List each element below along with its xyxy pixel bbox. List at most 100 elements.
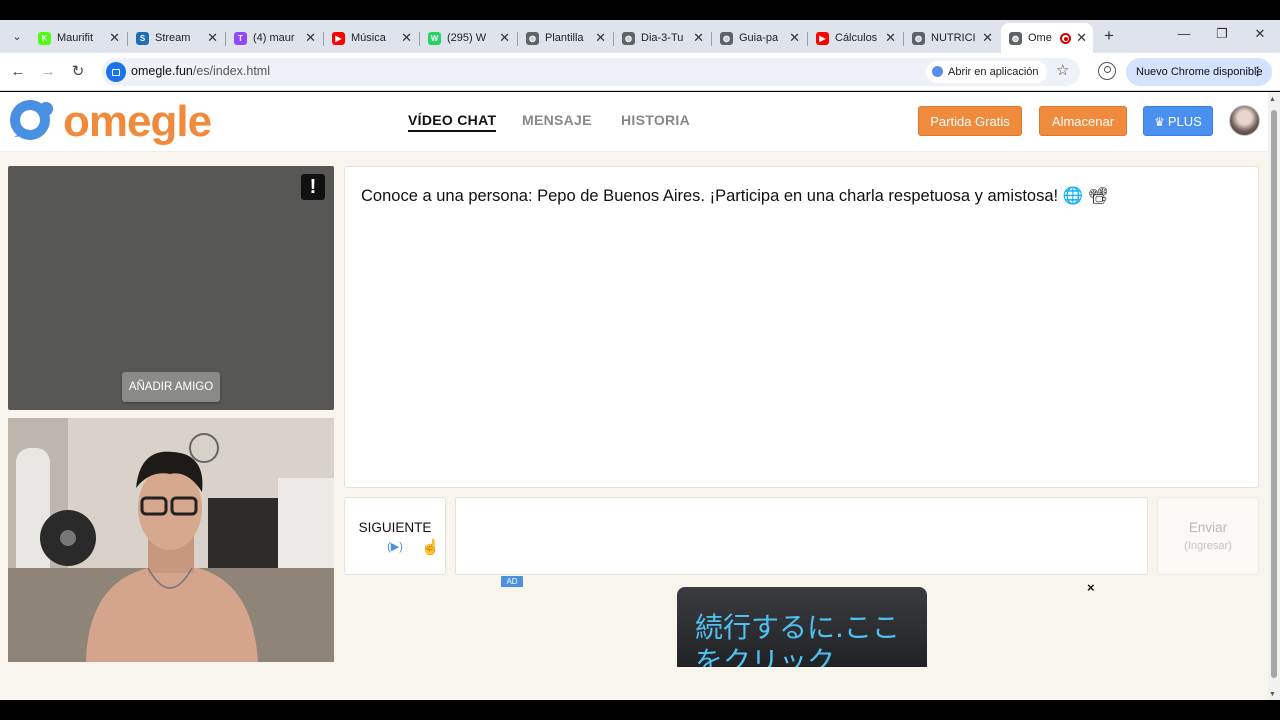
send-button[interactable]: Enviar (Ingresar) bbox=[1157, 497, 1259, 575]
forward-arrow-icon[interactable]: → bbox=[38, 62, 58, 82]
nav-message[interactable]: MENSAJE bbox=[522, 112, 592, 128]
nav-video-chat[interactable]: VÍDEO CHAT bbox=[408, 112, 497, 132]
tab-close-icon[interactable]: ✕ bbox=[207, 23, 218, 53]
site-info-icon[interactable] bbox=[106, 62, 126, 82]
app-icon bbox=[932, 66, 943, 77]
reload-icon[interactable]: ↻ bbox=[68, 62, 88, 82]
url-path: /es/index.html bbox=[192, 64, 270, 78]
globe-icon: ◍ bbox=[912, 32, 925, 45]
whatsapp-icon: W bbox=[428, 32, 441, 45]
bookmark-star-icon[interactable]: ☆ bbox=[1056, 61, 1069, 79]
browser-tab[interactable]: ◍ Dia-3-Tu ✕ bbox=[614, 23, 710, 53]
browser-tab[interactable]: ◍ NUTRICI ✕ bbox=[904, 23, 999, 53]
page-scrollbar[interactable]: ▲ ▼ bbox=[1268, 92, 1280, 700]
address-bar[interactable]: omegle.fun/es/index.html Abrir en aplica… bbox=[102, 58, 1080, 86]
youtube-icon: ▶ bbox=[332, 32, 345, 45]
free-game-button[interactable]: Partida Gratis bbox=[918, 106, 1022, 136]
back-arrow-icon[interactable]: ← bbox=[8, 62, 28, 82]
youtube-icon: ▶ bbox=[816, 32, 829, 45]
message-input[interactable] bbox=[455, 497, 1148, 575]
browser-tab[interactable]: W (295) W ✕ bbox=[420, 23, 516, 53]
tab-close-icon[interactable]: ✕ bbox=[305, 23, 316, 53]
add-friend-button[interactable]: AÑADIR AMIGO bbox=[122, 372, 220, 402]
hand-cursor-icon: ☝ bbox=[421, 539, 440, 556]
logo-text: omegle bbox=[63, 97, 212, 146]
tab-label: Guia-pa bbox=[739, 32, 779, 44]
nav-history[interactable]: HISTORIA bbox=[621, 112, 690, 128]
scroll-down-icon[interactable]: ▼ bbox=[1269, 691, 1276, 698]
chrome-update-label: Nuevo Chrome disponible bbox=[1136, 66, 1263, 78]
omegle-logo[interactable]: omegle bbox=[8, 97, 212, 147]
tab-label: Dia-3-Tu bbox=[641, 32, 684, 44]
browser-tab[interactable]: T (4) maur ✕ bbox=[226, 23, 322, 53]
twitch-icon: T bbox=[234, 32, 247, 45]
browser-tab[interactable]: ▶ Música ✕ bbox=[324, 23, 418, 53]
crown-icon: ♛ bbox=[1154, 115, 1165, 129]
kick-icon: K bbox=[38, 32, 51, 45]
store-button[interactable]: Almacenar bbox=[1039, 106, 1127, 136]
plus-label: PLUS bbox=[1167, 114, 1202, 129]
stream-icon: S bbox=[136, 32, 149, 45]
browser-tab[interactable]: ◍ Plantilla ✕ bbox=[518, 23, 612, 53]
next-button[interactable]: SIGUIENTE (▶) ☝ bbox=[344, 497, 446, 575]
tab-close-icon[interactable]: ✕ bbox=[982, 23, 993, 53]
ad-text: 続行するに.ここ をクリック bbox=[695, 611, 900, 667]
browser-tab-bar: ⌄ K Maurifit ✕ S Stream ✕ T (4) maur ✕ ▶ Música ✕ W (… bbox=[0, 20, 1280, 53]
tab-label: (4) maur bbox=[253, 32, 295, 44]
bottom-bar bbox=[0, 700, 1280, 720]
browser-tab[interactable]: K Maurifit ✕ bbox=[30, 23, 126, 53]
browser-tab[interactable]: ▶ Cálculos ✕ bbox=[808, 23, 902, 53]
tab-label: (295) W bbox=[447, 32, 487, 44]
ad-banner[interactable]: 続行するに.ここ をクリック bbox=[677, 587, 927, 667]
globe-icon: ◍ bbox=[622, 32, 635, 45]
scrollbar-thumb[interactable] bbox=[1271, 110, 1277, 678]
system-message: Conoce a una persona: Pepo de Buenos Air… bbox=[361, 187, 1109, 205]
browser-toolbar: ← → ↻ omegle.fun/es/index.html Abrir en … bbox=[0, 53, 1280, 91]
tab-label: Maurifit bbox=[57, 32, 94, 44]
ad-text-line2: をクリック bbox=[695, 645, 836, 667]
tab-close-icon[interactable]: ✕ bbox=[885, 23, 896, 53]
new-tab-plus-icon[interactable]: + bbox=[1100, 26, 1118, 46]
open-in-app-label: Abrir en aplicación bbox=[948, 66, 1039, 78]
tab-close-icon[interactable]: ✕ bbox=[499, 23, 510, 53]
send-label: Enviar bbox=[1188, 520, 1228, 535]
tab-close-icon[interactable]: ✕ bbox=[109, 23, 120, 53]
self-camera-feed bbox=[8, 418, 334, 662]
open-in-app-button[interactable]: Abrir en aplicación bbox=[926, 61, 1047, 83]
tab-close-icon[interactable]: ✕ bbox=[693, 23, 704, 53]
report-button[interactable]: ! bbox=[301, 174, 325, 200]
tab-search-chevron-icon[interactable]: ⌄ bbox=[6, 26, 28, 48]
browser-tab[interactable]: ◍ Ome ✕ bbox=[1001, 23, 1093, 53]
scroll-up-icon[interactable]: ▲ bbox=[1269, 96, 1276, 103]
plus-button[interactable]: ♛ PLUS bbox=[1143, 106, 1213, 136]
send-hint: (Ingresar) bbox=[1184, 540, 1232, 552]
chat-log: Conoce a una persona: Pepo de Buenos Air… bbox=[344, 166, 1259, 488]
tab-label: Plantilla bbox=[545, 32, 584, 44]
browser-tab[interactable]: ◍ Guia-pa ✕ bbox=[712, 23, 806, 53]
tab-close-icon[interactable]: ✕ bbox=[595, 23, 606, 53]
tab-label: NUTRICI bbox=[931, 32, 976, 44]
tab-close-icon[interactable]: ✕ bbox=[401, 23, 412, 53]
more-menu-icon[interactable]: ⋮ bbox=[1252, 58, 1263, 86]
tab-close-icon[interactable]: ✕ bbox=[1076, 23, 1087, 53]
recording-icon bbox=[1060, 33, 1071, 44]
globe-icon: ◍ bbox=[720, 32, 733, 45]
tab-label: Música bbox=[351, 32, 386, 44]
url-host: omegle.fun bbox=[131, 64, 193, 78]
ad-close-icon[interactable]: × bbox=[1087, 580, 1095, 595]
site-header: omegle VÍDEO CHAT MENSAJE HISTORIA Parti… bbox=[0, 92, 1268, 152]
tab-label: Stream bbox=[155, 32, 191, 44]
stranger-video: ! AÑADIR AMIGO bbox=[8, 166, 334, 410]
chrome-update-button[interactable]: Nuevo Chrome disponible ⋮ bbox=[1126, 58, 1272, 86]
url-text: omegle.fun/es/index.html bbox=[131, 64, 270, 78]
globe-icon: ◍ bbox=[1009, 32, 1022, 45]
minimize-icon[interactable]: — bbox=[1174, 26, 1194, 41]
tab-close-icon[interactable]: ✕ bbox=[789, 23, 800, 53]
ad-badge: AD bbox=[501, 576, 523, 587]
next-label: SIGUIENTE bbox=[358, 520, 432, 535]
user-avatar[interactable] bbox=[1229, 105, 1260, 136]
profile-icon[interactable] bbox=[1098, 62, 1116, 80]
close-window-icon[interactable]: ✕ bbox=[1250, 26, 1270, 42]
browser-tab[interactable]: S Stream ✕ bbox=[128, 23, 224, 53]
restore-icon[interactable]: ❐ bbox=[1212, 26, 1232, 42]
